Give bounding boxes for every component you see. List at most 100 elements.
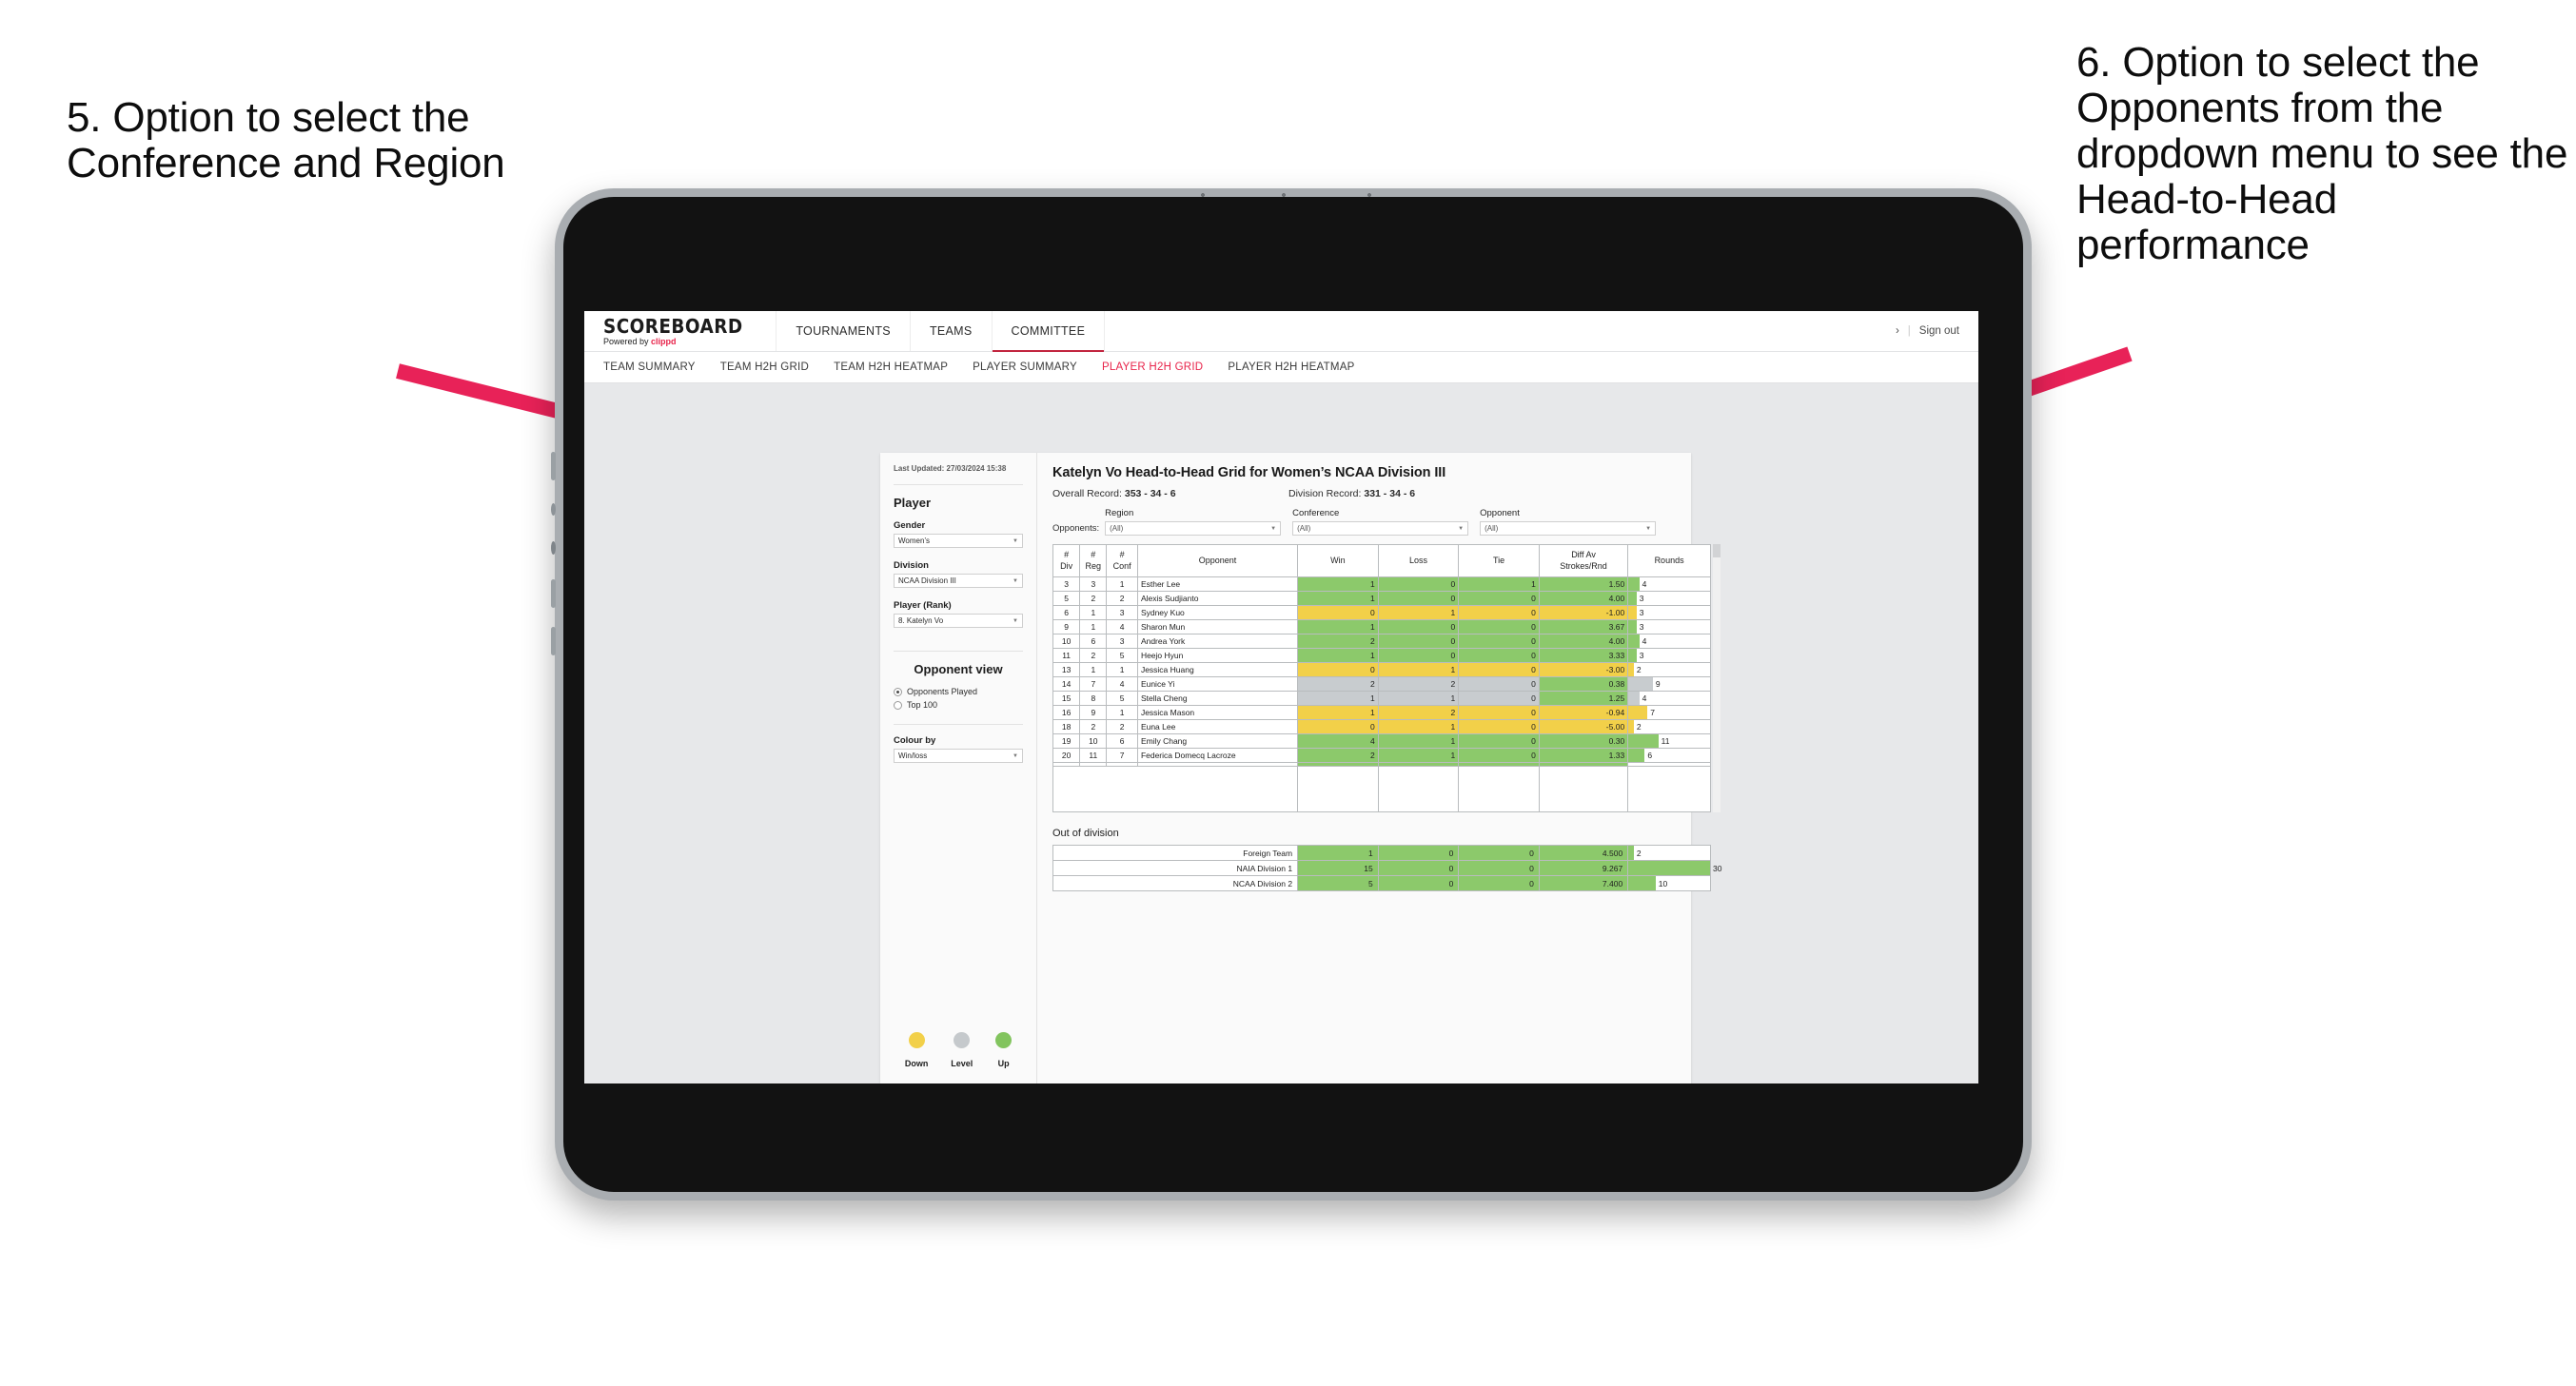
col-tie[interactable]: Tie bbox=[1458, 544, 1540, 577]
division-select-value: NCAA Division III bbox=[898, 576, 956, 586]
legend-up: Up bbox=[995, 1032, 1013, 1068]
cell-loss: 2 bbox=[1377, 705, 1460, 720]
table-row[interactable]: 11 2 5 Heejo Hyun 1 0 0 3.33 3 bbox=[1052, 648, 1711, 663]
device-button-5 bbox=[551, 627, 556, 655]
filler-cell bbox=[1538, 766, 1629, 812]
radio-top-100[interactable]: Top 100 bbox=[894, 700, 1023, 710]
division-record-value: 331 - 34 - 6 bbox=[1364, 488, 1416, 499]
col-win[interactable]: Win bbox=[1297, 544, 1379, 577]
logo-wordmark: SCOREBOARD bbox=[603, 314, 743, 338]
rounds-value: 3 bbox=[1639, 622, 1644, 632]
grid-scrollbar-track[interactable] bbox=[1713, 544, 1721, 812]
cell-diff: 0.38 bbox=[1538, 676, 1629, 692]
table-row[interactable]: 6 1 3 Sydney Kuo 0 1 0 -1.00 3 bbox=[1052, 605, 1711, 620]
table-row[interactable]: 15 8 5 Stella Cheng 1 1 0 1.25 4 bbox=[1052, 691, 1711, 706]
nav-teams[interactable]: TEAMS bbox=[911, 311, 993, 351]
rounds-value: 3 bbox=[1639, 651, 1644, 660]
filter-region-label: Region bbox=[1105, 508, 1134, 518]
gender-select[interactable]: Women’s ▼ bbox=[894, 534, 1023, 549]
overall-record: Overall Record: 353 - 34 - 6 bbox=[1052, 488, 1288, 499]
table-row[interactable]: 10 6 3 Andrea York 2 0 0 4.00 4 bbox=[1052, 634, 1711, 649]
legend-level: Level bbox=[951, 1032, 973, 1068]
cell-opponent: Emily Chang bbox=[1136, 733, 1299, 749]
grid-scrollbar-thumb[interactable] bbox=[1713, 544, 1721, 557]
table-row[interactable]: NAIA Division 1 15 0 0 9.267 30 bbox=[1052, 860, 1721, 876]
cell-win: 1 bbox=[1297, 845, 1379, 861]
subnav-player-h2h-heatmap[interactable]: PLAYER H2H HEATMAP bbox=[1228, 361, 1354, 373]
col-conf[interactable]: # Conf bbox=[1106, 544, 1138, 577]
cell-conf: 1 bbox=[1106, 705, 1138, 720]
col-opponent[interactable]: Opponent bbox=[1136, 544, 1299, 577]
sign-out-link[interactable]: Sign out bbox=[1919, 325, 1959, 337]
out-of-division-title: Out of division bbox=[1052, 828, 1119, 839]
colour-by-select[interactable]: Win/loss ▼ bbox=[894, 749, 1023, 764]
nav-committee[interactable]: COMMITTEE bbox=[992, 311, 1106, 352]
cell-rounds-bar: 3 bbox=[1627, 591, 1711, 606]
subnav-player-h2h-grid[interactable]: PLAYER H2H GRID bbox=[1102, 361, 1203, 373]
rounds-bar bbox=[1628, 620, 1637, 634]
subnav-player-summary[interactable]: PLAYER SUMMARY bbox=[973, 361, 1077, 373]
division-select[interactable]: NCAA Division III ▼ bbox=[894, 574, 1023, 589]
col-div[interactable]: # Div bbox=[1052, 544, 1081, 577]
cell-tie: 0 bbox=[1458, 748, 1540, 763]
cell-div: 14 bbox=[1052, 676, 1081, 692]
rounds-bar bbox=[1628, 734, 1659, 748]
cell-win: 5 bbox=[1297, 875, 1379, 891]
subnav-team-h2h-grid[interactable]: TEAM H2H GRID bbox=[720, 361, 809, 373]
logo-tagline-brand: clippd bbox=[651, 336, 677, 346]
conference-select[interactable]: (All) ▼ bbox=[1292, 521, 1469, 536]
table-row[interactable]: 3 3 1 Esther Lee 1 0 1 1.50 4 bbox=[1052, 576, 1711, 592]
filler-cell bbox=[1297, 766, 1379, 812]
cell-diff: 3.67 bbox=[1538, 619, 1629, 634]
table-row[interactable]: Foreign Team 1 0 0 4.500 2 bbox=[1052, 845, 1711, 861]
table-row[interactable]: 16 9 1 Jessica Mason 1 2 0 -0.94 7 bbox=[1052, 705, 1711, 720]
gender-select-value: Women’s bbox=[898, 537, 931, 546]
cell-rounds-bar: 9 bbox=[1627, 676, 1711, 692]
col-diff-av-strokes[interactable]: Diff Av Strokes/Rnd bbox=[1538, 544, 1629, 577]
conference-select-value: (All) bbox=[1297, 524, 1311, 533]
player-rank-select[interactable]: 8. Katelyn Vo ▼ bbox=[894, 614, 1023, 629]
rounds-bar bbox=[1628, 749, 1645, 762]
rounds-value: 9 bbox=[1655, 679, 1661, 689]
rounds-bar bbox=[1628, 861, 1710, 875]
rounds-bar bbox=[1628, 692, 1640, 705]
table-row[interactable]: 20 11 7 Federica Domecq Lacroze 2 1 0 1.33 6 bbox=[1052, 748, 1711, 763]
subnav-team-h2h-heatmap[interactable]: TEAM H2H HEATMAP bbox=[834, 361, 948, 373]
cell-opponent: Sharon Mun bbox=[1136, 619, 1299, 634]
cell-tie: 0 bbox=[1458, 634, 1540, 649]
nav-tournaments[interactable]: TOURNAMENTS bbox=[777, 311, 911, 351]
table-row[interactable]: 13 1 1 Jessica Huang 0 1 0 -3.00 2 bbox=[1052, 662, 1711, 677]
scoreboard-logo[interactable]: SCOREBOARD Powered by clippd bbox=[584, 311, 777, 351]
radio-on-icon bbox=[894, 687, 902, 696]
cell-tie: 0 bbox=[1458, 691, 1540, 706]
rounds-bar bbox=[1628, 706, 1648, 719]
filters-sidebar: Last Updated: 27/03/2024 15:38 Player Ge… bbox=[880, 453, 1037, 1083]
cell-loss: 0 bbox=[1377, 634, 1460, 649]
tablet-device-frame: SCOREBOARD Powered by clippd TOURNAMENTS… bbox=[551, 188, 2032, 1201]
chevron-right-icon[interactable]: › bbox=[1896, 325, 1899, 337]
cell-diff: 7.400 bbox=[1538, 875, 1629, 891]
rounds-value: 4 bbox=[1642, 693, 1647, 703]
col-loss[interactable]: Loss bbox=[1377, 544, 1460, 577]
col-reg[interactable]: # Reg bbox=[1079, 544, 1108, 577]
cell-loss: 0 bbox=[1377, 619, 1460, 634]
records-row: Overall Record: 353 - 34 - 6 Division Re… bbox=[1052, 488, 1711, 499]
radio-opponents-played[interactable]: Opponents Played bbox=[894, 687, 1023, 696]
col-rounds[interactable]: Rounds bbox=[1627, 544, 1711, 577]
cell-loss: 0 bbox=[1377, 591, 1460, 606]
cell-rounds-bar: 2 bbox=[1627, 719, 1711, 734]
region-select[interactable]: (All) ▼ bbox=[1105, 521, 1282, 536]
device-button-3 bbox=[551, 541, 556, 555]
table-row[interactable]: 5 2 2 Alexis Sudjianto 1 0 0 4.00 3 bbox=[1052, 591, 1711, 606]
cell-reg: 7 bbox=[1079, 676, 1108, 692]
table-row[interactable]: 9 1 4 Sharon Mun 1 0 0 3.67 3 bbox=[1052, 619, 1711, 634]
table-row[interactable]: 19 10 6 Emily Chang 4 1 0 0.30 11 bbox=[1052, 733, 1711, 749]
cell-loss: 0 bbox=[1377, 860, 1460, 876]
player-rank-select-value: 8. Katelyn Vo bbox=[898, 616, 944, 626]
opponent-select[interactable]: (All) ▼ bbox=[1480, 521, 1657, 536]
table-row[interactable]: 14 7 4 Eunice Yi 2 2 0 0.38 9 bbox=[1052, 676, 1711, 692]
subnav-team-summary[interactable]: TEAM SUMMARY bbox=[603, 361, 696, 373]
table-row[interactable]: 18 2 2 Euna Lee 0 1 0 -5.00 2 bbox=[1052, 719, 1711, 734]
cell-tie: 0 bbox=[1458, 845, 1540, 861]
table-row[interactable]: NCAA Division 2 5 0 0 7.400 10 bbox=[1052, 875, 1711, 891]
